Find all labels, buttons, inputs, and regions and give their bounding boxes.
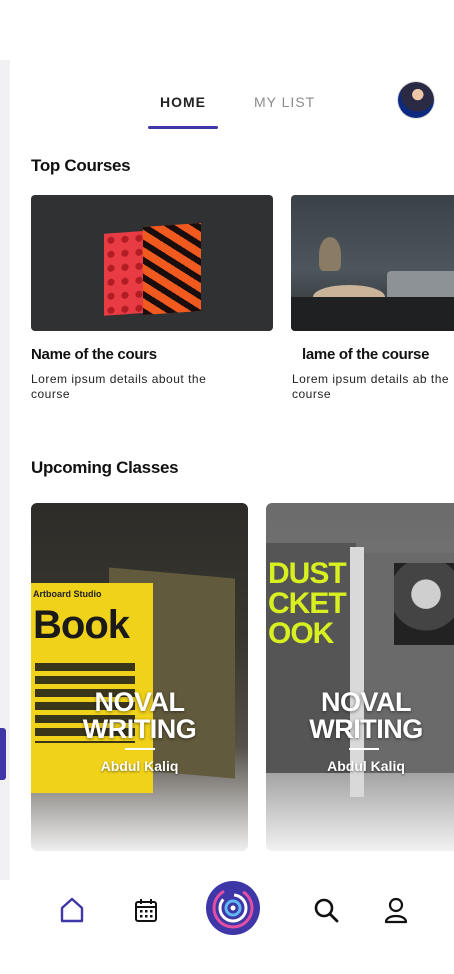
nav-profile[interactable] (376, 890, 416, 930)
tab-my-list[interactable]: MY LIST (254, 94, 315, 110)
search-icon (314, 898, 339, 923)
top-courses-title: Top Courses (31, 156, 131, 175)
calendar-icon (135, 899, 157, 922)
profile-icon (384, 897, 408, 924)
class-card-1[interactable]: Artboard Studio Book NOVAL WRITING Abdul… (31, 503, 248, 851)
active-tab-indicator (148, 126, 218, 129)
center-logo-icon (212, 887, 254, 929)
top-tabs: HOME MY LIST (0, 88, 454, 132)
title-divider (125, 748, 155, 750)
course-image-book (143, 222, 201, 316)
course-name: lame of the course (302, 346, 430, 363)
left-drawer-handle[interactable] (0, 728, 6, 780)
class-title: NOVAL WRITING (82, 687, 197, 744)
course-description: Lorem ipsum details ab the course (292, 372, 450, 401)
center-logo-button[interactable] (206, 881, 260, 935)
book-cover-words: DUST CKET OOK (268, 557, 347, 650)
course-image-floor (291, 297, 454, 331)
class-card-2[interactable]: DUST CKET OOK NOVAL WRITING Abdul Kaliq (266, 503, 454, 851)
nav-search[interactable] (306, 890, 346, 930)
class-author: Abdul Kaliq (327, 758, 405, 774)
course-image (319, 237, 341, 271)
course-card-1[interactable] (31, 195, 273, 331)
course-description: Lorem ipsum details about the course (31, 372, 207, 401)
book-cover-word: Book (33, 603, 130, 647)
author-portrait (394, 563, 454, 645)
tab-home[interactable]: HOME (160, 94, 206, 110)
book-studio-label: Artboard Studio (33, 589, 102, 599)
title-divider (349, 748, 379, 750)
class-author: Abdul Kaliq (100, 758, 179, 774)
course-name: Name of the cours (31, 346, 157, 363)
nav-calendar[interactable] (126, 890, 166, 930)
class-title: NOVAL WRITING (309, 687, 423, 744)
avatar[interactable] (398, 82, 434, 118)
nav-home[interactable] (52, 890, 92, 930)
upcoming-classes-title: Upcoming Classes (31, 458, 179, 477)
bottom-nav (0, 876, 454, 946)
home-icon (60, 897, 84, 923)
course-card-2[interactable] (291, 195, 454, 331)
